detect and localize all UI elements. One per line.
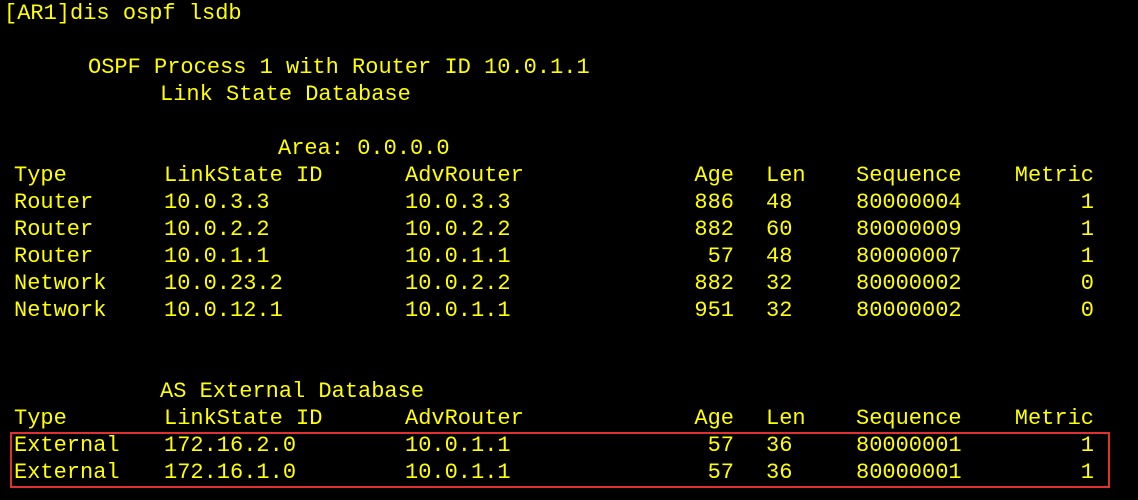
- area-row-metric: 1: [1080, 190, 1094, 215]
- area-row-linkstate-id: 10.0.1.1: [164, 244, 270, 269]
- area-row-linkstate-id: 10.0.12.1: [164, 298, 283, 323]
- external-header-sequence: Sequence: [856, 406, 962, 431]
- area-row-metric: 0: [1080, 271, 1094, 296]
- area-label: Area: 0.0.0.0: [278, 136, 450, 161]
- area-row-metric: 1: [1080, 244, 1094, 269]
- command-prompt: [AR1]dis ospf lsdb: [4, 1, 242, 26]
- area-row-sequence: 80000009: [856, 217, 962, 242]
- area-header-age: Age: [694, 163, 734, 188]
- external-header-len: Len: [766, 406, 806, 431]
- external-header-type: Type: [14, 406, 67, 431]
- area-row-type: Network: [14, 271, 107, 296]
- area-row-metric: 1: [1080, 217, 1094, 242]
- area-row-age: 882: [694, 271, 734, 296]
- area-row-len: 48: [766, 190, 793, 215]
- area-row-type: Network: [14, 298, 107, 323]
- area-row-advrouter: 10.0.1.1: [405, 298, 511, 323]
- area-row-sequence: 80000007: [856, 244, 962, 269]
- area-row-len: 48: [766, 244, 793, 269]
- area-row-age: 951: [694, 298, 734, 323]
- area-row-sequence: 80000002: [856, 298, 962, 323]
- area-header-advrouter: AdvRouter: [405, 163, 524, 188]
- process-title: OSPF Process 1 with Router ID 10.0.1.1: [88, 55, 590, 80]
- area-row-advrouter: 10.0.3.3: [405, 190, 511, 215]
- area-row-age: 882: [694, 217, 734, 242]
- area-header-metric: Metric: [1014, 163, 1094, 188]
- area-row-metric: 0: [1080, 298, 1094, 323]
- area-row-sequence: 80000004: [856, 190, 962, 215]
- area-row-type: Router: [14, 190, 94, 215]
- area-row-len: 60: [766, 217, 793, 242]
- area-row-type: Router: [14, 217, 94, 242]
- area-row-advrouter: 10.0.2.2: [405, 217, 511, 242]
- area-row-age: 57: [707, 244, 734, 269]
- area-row-linkstate-id: 10.0.3.3: [164, 190, 270, 215]
- external-header-metric: Metric: [1014, 406, 1094, 431]
- area-row-type: Router: [14, 244, 94, 269]
- area-header-sequence: Sequence: [856, 163, 962, 188]
- area-row-linkstate-id: 10.0.23.2: [164, 271, 283, 296]
- terminal-window[interactable]: [AR1]dis ospf lsdb OSPF Process 1 with R…: [0, 0, 1138, 500]
- area-row-advrouter: 10.0.2.2: [405, 271, 511, 296]
- external-header-advrouter: AdvRouter: [405, 406, 524, 431]
- area-header-type: Type: [14, 163, 67, 188]
- area-row-advrouter: 10.0.1.1: [405, 244, 511, 269]
- area-row-age: 886: [694, 190, 734, 215]
- area-row-sequence: 80000002: [856, 271, 962, 296]
- area-row-len: 32: [766, 298, 793, 323]
- area-header-len: Len: [766, 163, 806, 188]
- external-header-age: Age: [694, 406, 734, 431]
- area-row-linkstate-id: 10.0.2.2: [164, 217, 270, 242]
- area-header-linkstate-id: LinkState ID: [164, 163, 323, 188]
- external-title: AS External Database: [160, 379, 425, 404]
- external-header-linkstate-id: LinkState ID: [164, 406, 323, 431]
- highlight-box: [10, 432, 1110, 488]
- database-title: Link State Database: [160, 82, 411, 107]
- area-row-len: 32: [766, 271, 793, 296]
